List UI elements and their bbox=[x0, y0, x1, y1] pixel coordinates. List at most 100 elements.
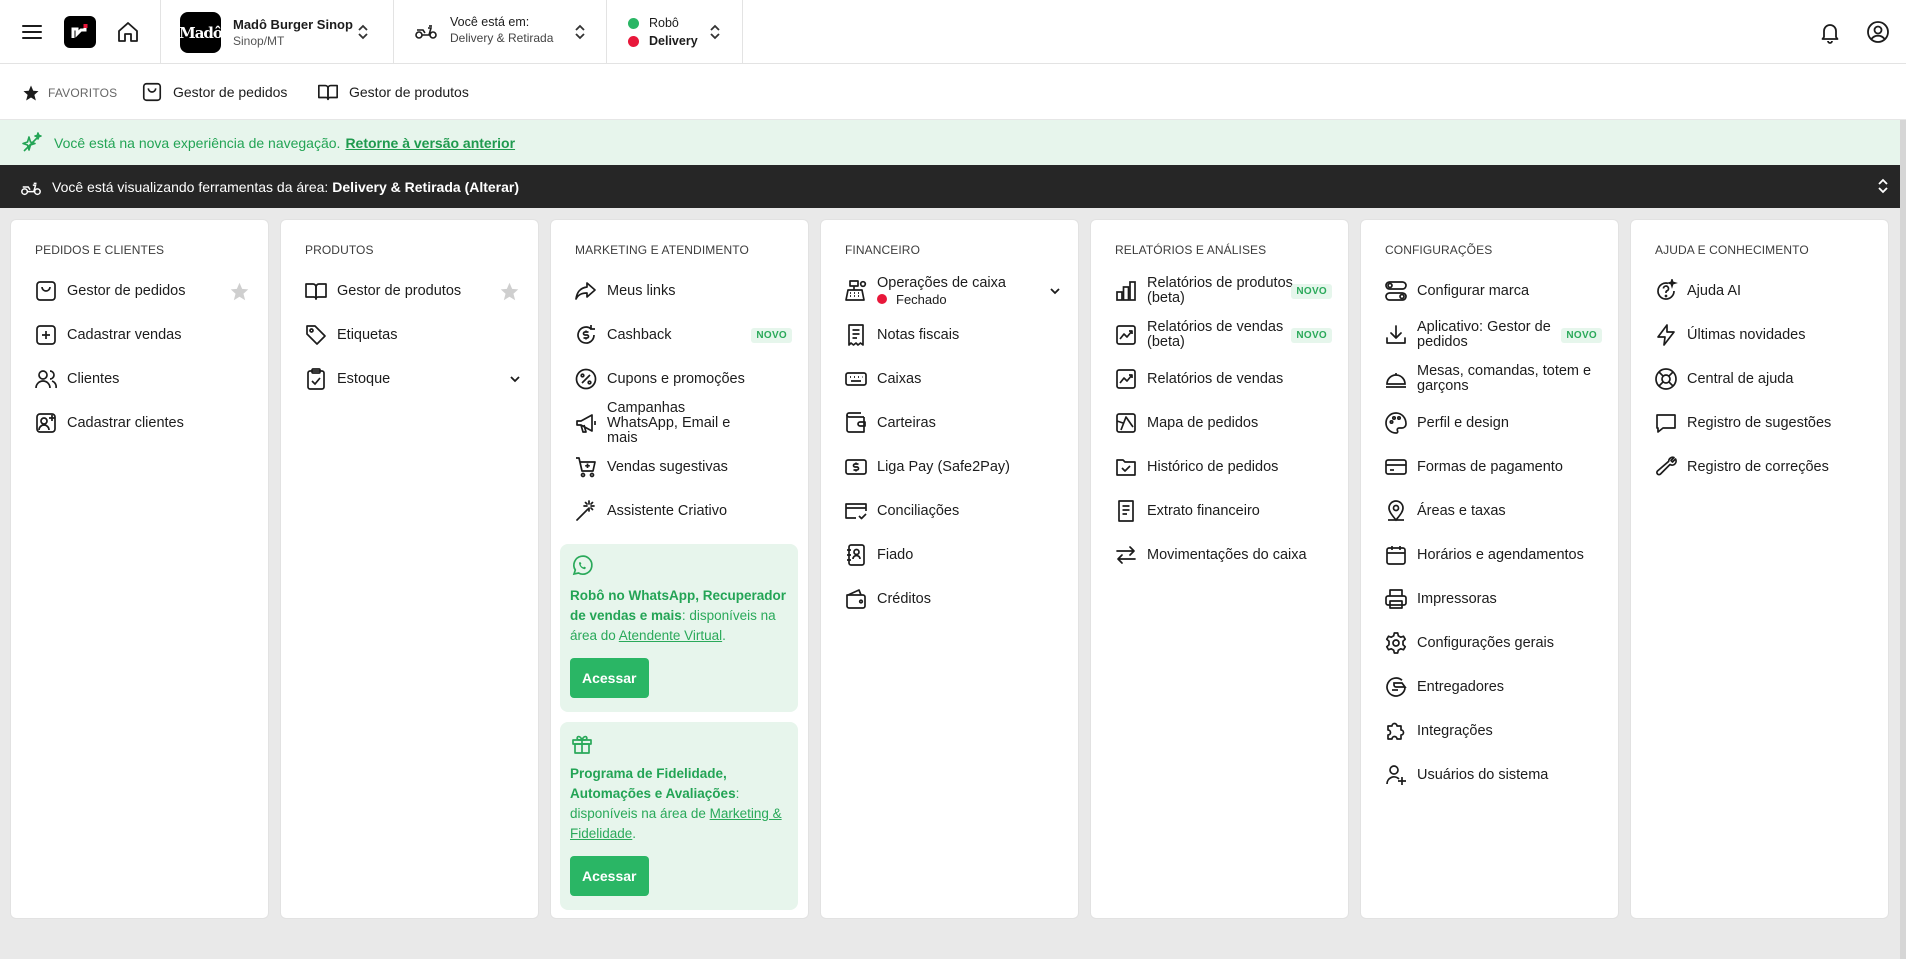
menu-item-operacoes-caixa[interactable]: Operações de caixa Fechado bbox=[844, 274, 1064, 308]
menu-item-usuarios-sistema[interactable]: Usuários do sistema bbox=[1384, 758, 1604, 792]
bell-icon[interactable] bbox=[1818, 20, 1842, 44]
menu-item-mesas-comandas[interactable]: Mesas, comandas, totem e garçons bbox=[1384, 362, 1604, 396]
menu-item-vendas-sugestivas[interactable]: Vendas sugestivas bbox=[574, 450, 794, 484]
scooter-icon bbox=[414, 18, 438, 42]
new-badge: NOVO bbox=[751, 328, 792, 343]
user-account-icon[interactable] bbox=[1866, 20, 1890, 44]
menu-item-cadastrar-vendas[interactable]: Cadastrar vendas bbox=[34, 318, 254, 352]
menu-item-gestor-produtos[interactable]: Gestor de produtos bbox=[304, 274, 524, 308]
menu-item-central-ajuda[interactable]: Central de ajuda bbox=[1654, 362, 1874, 396]
menu-item-liga-pay[interactable]: Liga Pay (Safe2Pay) bbox=[844, 450, 1064, 484]
promo-card-fidelidade: Programa de Fidelidade, Automações e Ava… bbox=[560, 722, 798, 910]
menu-item-perfil-design[interactable]: Perfil e design bbox=[1384, 406, 1604, 440]
vertical-scrollbar[interactable] bbox=[1900, 120, 1906, 959]
favorites-title: FAVORITOS bbox=[22, 84, 117, 102]
menu-item-mapa-pedidos[interactable]: Mapa de pedidos bbox=[1114, 406, 1334, 440]
menu-item-movimentacoes-caixa[interactable]: Movimentações do caixa bbox=[1114, 538, 1334, 572]
area-selector[interactable]: Você está em: Delivery & Retirada bbox=[414, 14, 585, 46]
app-logo[interactable] bbox=[64, 16, 96, 48]
user-add-icon bbox=[34, 411, 58, 435]
menu-item-integracoes[interactable]: Integrações bbox=[1384, 714, 1604, 748]
menu-item-assistente-criativo[interactable]: Assistente Criativo bbox=[574, 494, 794, 528]
chevron-down-icon[interactable] bbox=[1048, 284, 1062, 298]
menu-icon[interactable] bbox=[20, 20, 44, 44]
share-icon bbox=[574, 279, 598, 303]
menu-item-configuracoes-gerais[interactable]: Configurações gerais bbox=[1384, 626, 1604, 660]
menu-item-horarios[interactable]: Horários e agendamentos bbox=[1384, 538, 1604, 572]
chevron-up-down-icon bbox=[708, 23, 722, 41]
ai-help-icon bbox=[1654, 279, 1678, 303]
atendente-virtual-link[interactable]: Atendente Virtual bbox=[619, 628, 722, 643]
menu-item-caixas[interactable]: Caixas bbox=[844, 362, 1064, 396]
puzzle-icon bbox=[1384, 719, 1408, 743]
menu-item-registro-sugestoes[interactable]: Registro de sugestões bbox=[1654, 406, 1874, 440]
menu-item-configurar-marca[interactable]: Configurar marca bbox=[1384, 274, 1604, 308]
menu-item-campanhas[interactable]: Campanhas WhatsApp, Email e mais bbox=[574, 400, 794, 445]
column-marketing-atendimento: MARKETING E ATENDIMENTO Meus links Cashb… bbox=[550, 219, 809, 919]
menu-item-gestor-pedidos[interactable]: Gestor de pedidos bbox=[34, 274, 254, 308]
menu-item-creditos[interactable]: Créditos bbox=[844, 582, 1064, 616]
store-selector[interactable]: Madô Madô Burger Sinop Sinop/MT bbox=[179, 12, 368, 53]
navigation-banner-text: Você está na nova experiência de navegaç… bbox=[54, 134, 341, 151]
favorite-link-gestor-pedidos[interactable]: Gestor de pedidos bbox=[141, 81, 287, 103]
cash-status: Fechado bbox=[877, 292, 1006, 307]
wallet-coin-icon bbox=[844, 587, 868, 611]
delivery-icon bbox=[1384, 675, 1408, 699]
status-dot-delivery bbox=[628, 35, 639, 47]
credit-card-icon bbox=[1384, 455, 1408, 479]
receipt-icon bbox=[844, 323, 868, 347]
store-city: Sinop/MT bbox=[233, 33, 285, 48]
menu-item-fiado[interactable]: Fiado bbox=[844, 538, 1064, 572]
area-banner[interactable]: Você está visualizando ferramentas da ár… bbox=[0, 165, 1906, 208]
area-banner-value[interactable]: Delivery & Retirada (Alterar) bbox=[332, 179, 519, 195]
menu-item-extrato-financeiro[interactable]: Extrato financeiro bbox=[1114, 494, 1334, 528]
menu-item-ultimas-novidades[interactable]: Últimas novidades bbox=[1654, 318, 1874, 352]
menu-item-estoque[interactable]: Estoque bbox=[304, 362, 524, 396]
menu-item-historico-pedidos[interactable]: Histórico de pedidos bbox=[1114, 450, 1334, 484]
menu-item-meus-links[interactable]: Meus links bbox=[574, 274, 794, 308]
whatsapp-icon bbox=[570, 554, 788, 578]
status-selector[interactable]: Robô Delivery bbox=[628, 14, 720, 50]
acessar-atendente-button[interactable]: Acessar bbox=[570, 658, 649, 698]
menu-item-formas-pagamento[interactable]: Formas de pagamento bbox=[1384, 450, 1604, 484]
previous-version-link[interactable]: Retorne à versão anterior bbox=[345, 135, 515, 151]
chevron-up-down-icon bbox=[1876, 177, 1890, 195]
download-icon bbox=[1384, 323, 1408, 347]
acessar-fidelidade-button[interactable]: Acessar bbox=[570, 856, 649, 896]
plus-square-icon bbox=[34, 323, 58, 347]
menu-item-areas-taxas[interactable]: Áreas e taxas bbox=[1384, 494, 1604, 528]
favorite-star-icon[interactable] bbox=[499, 281, 520, 302]
menu-item-entregadores[interactable]: Entregadores bbox=[1384, 670, 1604, 704]
menu-item-etiquetas[interactable]: Etiquetas bbox=[304, 318, 524, 352]
cash-register-icon bbox=[844, 279, 868, 303]
menu-item-conciliacoes[interactable]: Conciliações bbox=[844, 494, 1064, 528]
money-icon bbox=[844, 455, 868, 479]
menu-item-notas-fiscais[interactable]: Notas fiscais bbox=[844, 318, 1064, 352]
tag-icon bbox=[304, 323, 328, 347]
column-title: RELATÓRIOS E ANÁLISES bbox=[1115, 243, 1267, 257]
menu-item-cupons-promocoes[interactable]: Cupons e promoções bbox=[574, 362, 794, 396]
navigation-banner: Você está na nova experiência de navegaç… bbox=[0, 120, 1906, 165]
menu-item-carteiras[interactable]: Carteiras bbox=[844, 406, 1064, 440]
scooter-icon bbox=[20, 176, 52, 198]
favorite-star-icon[interactable] bbox=[229, 281, 250, 302]
top-bar: Madô Madô Burger Sinop Sinop/MT Você est… bbox=[0, 0, 1906, 64]
menu-item-cashback[interactable]: Cashback NOVO bbox=[574, 318, 794, 352]
menu-item-ajuda-ai[interactable]: Ajuda AI bbox=[1654, 274, 1874, 308]
chevron-down-icon[interactable] bbox=[508, 372, 522, 386]
menu-item-aplicativo-gestor[interactable]: Aplicativo: Gestor de pedidos NOVO bbox=[1384, 318, 1604, 352]
favorite-link-gestor-produtos[interactable]: Gestor de produtos bbox=[317, 81, 469, 103]
column-produtos: PRODUTOS Gestor de produtos Etiquetas Es… bbox=[280, 219, 539, 919]
home-icon[interactable] bbox=[116, 20, 140, 44]
menu-item-impressoras[interactable]: Impressoras bbox=[1384, 582, 1604, 616]
menu-item-cadastrar-clientes[interactable]: Cadastrar clientes bbox=[34, 406, 254, 440]
megaphone-icon bbox=[574, 411, 598, 435]
menu-item-registro-correcoes[interactable]: Registro de correções bbox=[1654, 450, 1874, 484]
area-value: Delivery & Retirada bbox=[450, 31, 554, 45]
column-title: PRODUTOS bbox=[305, 243, 374, 257]
menu-item-clientes[interactable]: Clientes bbox=[34, 362, 254, 396]
menu-item-relatorios-produtos-beta[interactable]: Relatórios de produtos (beta) NOVO bbox=[1114, 274, 1334, 308]
menu-item-relatorios-vendas[interactable]: Relatórios de vendas bbox=[1114, 362, 1334, 396]
folder-check-icon bbox=[1114, 455, 1138, 479]
menu-item-relatorios-vendas-beta[interactable]: Relatórios de vendas (beta) NOVO bbox=[1114, 318, 1334, 352]
